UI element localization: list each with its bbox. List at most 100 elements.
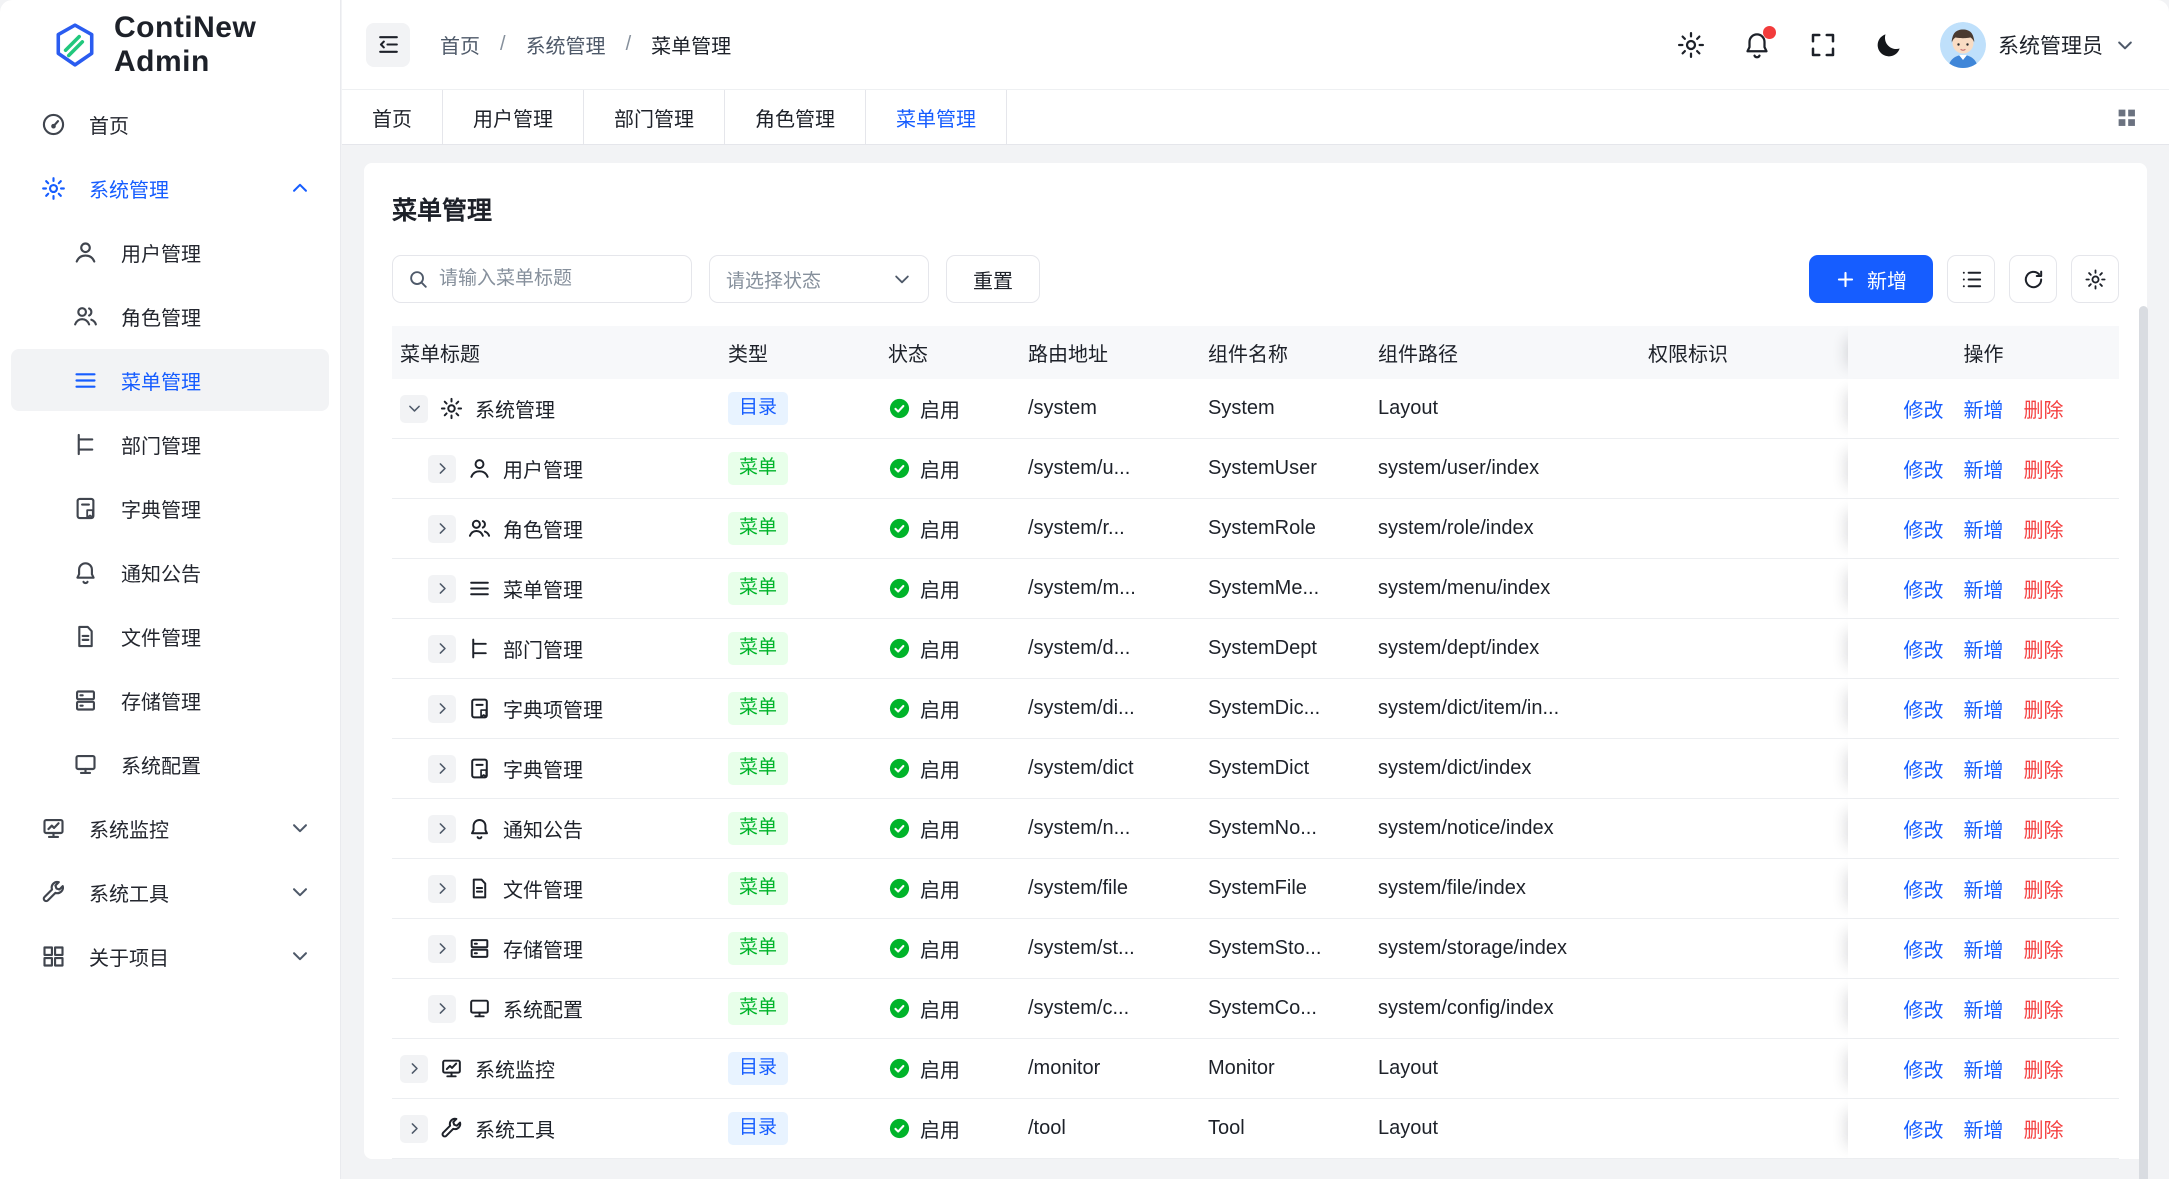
row-add-link[interactable]: 新增 (1964, 574, 2004, 603)
status-select[interactable]: 请选择状态 (709, 255, 929, 303)
route-path: /system/di... (1012, 679, 1192, 738)
expand-rows-button[interactable] (1947, 255, 1995, 303)
row-add-link[interactable]: 新增 (1964, 454, 2004, 483)
breadcrumb-item-1[interactable]: 系统管理 (526, 30, 606, 59)
sidebar-item-13[interactable]: 关于项目 (11, 925, 329, 987)
row-expand-button[interactable] (428, 755, 456, 783)
status-enabled-icon (888, 1057, 911, 1080)
row-delete-link[interactable]: 删除 (2024, 514, 2064, 543)
row-edit-link[interactable]: 修改 (1904, 994, 1944, 1023)
column-settings-button[interactable] (2071, 255, 2119, 303)
row-delete-link[interactable]: 删除 (2024, 994, 2064, 1023)
add-button[interactable]: 新增 (1809, 255, 1933, 303)
row-delete-link[interactable]: 删除 (2024, 694, 2064, 723)
row-edit-link[interactable]: 修改 (1904, 694, 1944, 723)
tab-2[interactable]: 部门管理 (584, 90, 725, 144)
menu-list-icon (72, 367, 99, 394)
row-edit-link[interactable]: 修改 (1904, 814, 1944, 843)
notification-bell-icon[interactable] (1742, 30, 1772, 60)
search-input[interactable] (439, 268, 684, 290)
row-add-link[interactable]: 新增 (1964, 694, 2004, 723)
row-add-link[interactable]: 新增 (1964, 754, 2004, 783)
sidebar-item-3[interactable]: 角色管理 (11, 285, 329, 347)
sidebar-collapse-button[interactable] (366, 23, 410, 67)
row-expand-button[interactable] (428, 995, 456, 1023)
breadcrumb-item-0[interactable]: 首页 (440, 30, 480, 59)
reset-button[interactable]: 重置 (946, 255, 1040, 303)
row-edit-link[interactable]: 修改 (1904, 634, 1944, 663)
sidebar-item-5[interactable]: 部门管理 (11, 413, 329, 475)
component-path: Layout (1362, 1039, 1632, 1098)
row-edit-link[interactable]: 修改 (1904, 754, 1944, 783)
sidebar-item-1[interactable]: 系统管理 (11, 157, 329, 219)
tab-3[interactable]: 角色管理 (725, 90, 866, 144)
vertical-scrollbar[interactable] (2139, 306, 2148, 1179)
sidebar-item-2[interactable]: 用户管理 (11, 221, 329, 283)
row-expand-button[interactable] (400, 395, 428, 423)
row-expand-button[interactable] (428, 635, 456, 663)
row-add-link[interactable]: 新增 (1964, 634, 2004, 663)
component-name: SystemDept (1192, 619, 1362, 678)
tab-0[interactable]: 首页 (342, 90, 443, 144)
sidebar-item-7[interactable]: 通知公告 (11, 541, 329, 603)
row-expand-button[interactable] (400, 1115, 428, 1143)
row-expand-button[interactable] (428, 575, 456, 603)
row-expand-button[interactable] (428, 695, 456, 723)
row-delete-link[interactable]: 删除 (2024, 394, 2064, 423)
row-edit-link[interactable]: 修改 (1904, 514, 1944, 543)
row-expand-button[interactable] (428, 815, 456, 843)
row-edit-link[interactable]: 修改 (1904, 454, 1944, 483)
settings-icon[interactable] (1676, 30, 1706, 60)
sidebar-item-8[interactable]: 文件管理 (11, 605, 329, 667)
row-expand-button[interactable] (428, 455, 456, 483)
row-edit-link[interactable]: 修改 (1904, 874, 1944, 903)
row-edit-link[interactable]: 修改 (1904, 574, 1944, 603)
user-menu[interactable]: 系统管理员 (1940, 22, 2135, 68)
fullscreen-icon[interactable] (1808, 30, 1838, 60)
row-delete-link[interactable]: 删除 (2024, 1054, 2064, 1083)
row-delete-link[interactable]: 删除 (2024, 754, 2064, 783)
tab-4[interactable]: 菜单管理 (866, 90, 1007, 144)
row-delete-link[interactable]: 删除 (2024, 454, 2064, 483)
sidebar-item-0[interactable]: 首页 (11, 93, 329, 155)
sidebar-item-11[interactable]: 系统监控 (11, 797, 329, 859)
row-edit-link[interactable]: 修改 (1904, 934, 1944, 963)
row-edit-link[interactable]: 修改 (1904, 394, 1944, 423)
row-add-link[interactable]: 新增 (1964, 1114, 2004, 1143)
sidebar-item-9[interactable]: 存储管理 (11, 669, 329, 731)
row-add-link[interactable]: 新增 (1964, 874, 2004, 903)
gear-icon (439, 396, 464, 421)
row-edit-link[interactable]: 修改 (1904, 1114, 1944, 1143)
table-actions: 新增 (1809, 255, 2119, 303)
row-add-link[interactable]: 新增 (1964, 814, 2004, 843)
sidebar-item-6[interactable]: 字典管理 (11, 477, 329, 539)
menu-title-search[interactable] (392, 255, 692, 303)
breadcrumb-item-2[interactable]: 菜单管理 (651, 30, 731, 59)
refresh-button[interactable] (2009, 255, 2057, 303)
status-text: 启用 (920, 814, 960, 843)
sidebar-item-label: 系统管理 (89, 174, 169, 203)
sidebar-item-10[interactable]: 系统配置 (11, 733, 329, 795)
row-add-link[interactable]: 新增 (1964, 934, 2004, 963)
row-edit-link[interactable]: 修改 (1904, 1054, 1944, 1083)
row-delete-link[interactable]: 删除 (2024, 874, 2064, 903)
row-add-link[interactable]: 新增 (1964, 994, 2004, 1023)
row-add-link[interactable]: 新增 (1964, 394, 2004, 423)
sidebar-item-12[interactable]: 系统工具 (11, 861, 329, 923)
row-expand-button[interactable] (428, 875, 456, 903)
row-expand-button[interactable] (428, 935, 456, 963)
row-delete-link[interactable]: 删除 (2024, 814, 2064, 843)
menu-title: 通知公告 (503, 814, 583, 843)
row-expand-button[interactable] (400, 1055, 428, 1083)
row-expand-button[interactable] (428, 515, 456, 543)
row-add-link[interactable]: 新增 (1964, 1054, 2004, 1083)
row-delete-link[interactable]: 删除 (2024, 934, 2064, 963)
tab-1[interactable]: 用户管理 (443, 90, 584, 144)
sidebar-item-4[interactable]: 菜单管理 (11, 349, 329, 411)
row-delete-link[interactable]: 删除 (2024, 574, 2064, 603)
row-add-link[interactable]: 新增 (1964, 514, 2004, 543)
tab-list-grid-icon[interactable] (2109, 100, 2143, 134)
dark-mode-moon-icon[interactable] (1874, 30, 1904, 60)
row-delete-link[interactable]: 删除 (2024, 1114, 2064, 1143)
row-delete-link[interactable]: 删除 (2024, 634, 2064, 663)
